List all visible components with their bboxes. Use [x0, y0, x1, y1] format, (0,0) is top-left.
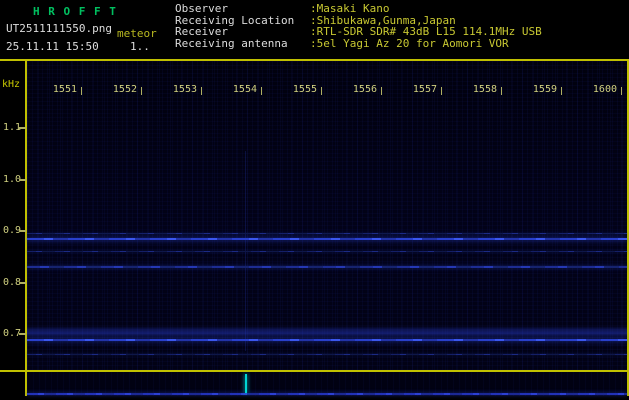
freq-tick-label: 1.1 — [2, 122, 21, 133]
freq-axis-unit-label: kHz — [2, 79, 21, 90]
header-info-row: Receiving antenna :5el Yagi Az 20 for Aom… — [175, 38, 509, 50]
level-baseline — [27, 393, 627, 395]
mode-label: meteor — [117, 27, 157, 40]
carrier-line — [27, 339, 627, 341]
counter-label: 1.. — [130, 40, 150, 53]
freq-tick-label: 1.0 — [2, 174, 21, 185]
carrier-line — [27, 354, 627, 355]
event-marker — [245, 374, 247, 393]
freq-tick-label: 0.8 — [2, 277, 21, 288]
signal-level-strip — [27, 372, 627, 396]
info-value: :5el Yagi Az 20 for Aomori VOR — [310, 37, 509, 50]
carrier-line — [27, 266, 627, 268]
output-filename: UT2511111550.png — [6, 22, 112, 35]
carrier-line — [27, 251, 627, 252]
carrier-line — [27, 233, 627, 234]
carrier-line — [27, 326, 627, 339]
carrier-line — [27, 238, 627, 240]
datetime-label: 25.11.11 15:50 — [6, 40, 99, 53]
freq-tick-label: 0.7 — [2, 328, 21, 339]
info-label: Receiving antenna — [175, 37, 288, 50]
spectrogram-plot — [27, 61, 627, 370]
header-info: Observer:Masaki Kano Receiving Location:S… — [175, 0, 629, 58]
hrofft-screen: H R O F F T UT2511111550.png meteor 25.1… — [0, 0, 629, 400]
app-title: H R O F F T — [33, 5, 117, 18]
freq-tick-label: 0.9 — [2, 225, 21, 236]
